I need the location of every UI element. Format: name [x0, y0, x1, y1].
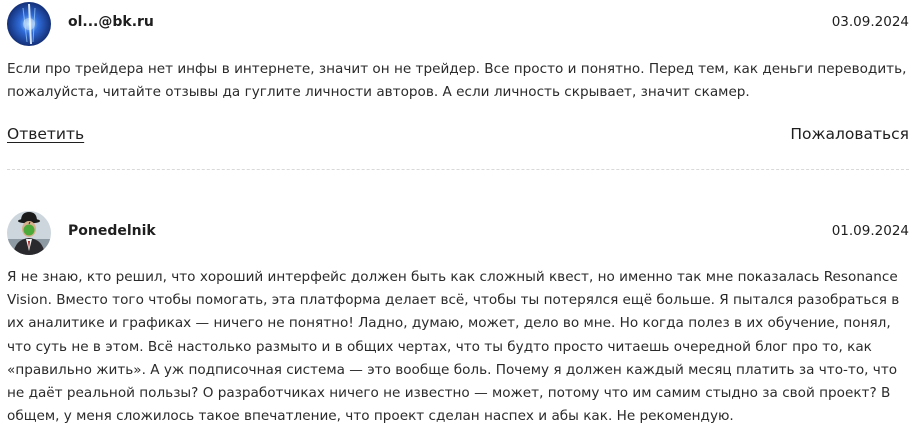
review-item: Ponedelnik 01.09.2024 Я не знаю, кто реш…	[7, 209, 909, 428]
review-text: Если про трейдера нет инфы в интернете, …	[7, 61, 907, 101]
review-text: Я не знаю, кто решил, что хороший интерф…	[7, 269, 900, 425]
review-header: ol...@bk.ru 03.09.2024	[7, 0, 909, 48]
avatar	[7, 211, 51, 255]
report-link[interactable]: Пожаловаться	[790, 125, 909, 143]
avatar	[7, 2, 51, 46]
review-date: 01.09.2024	[831, 223, 909, 239]
review-header: Ponedelnik 01.09.2024	[7, 209, 909, 257]
review-date: 03.09.2024	[831, 14, 909, 30]
divider	[7, 169, 909, 170]
review-author: Ponedelnik	[68, 223, 156, 239]
review-item: ol...@bk.ru 03.09.2024 Если про трейдера…	[7, 0, 909, 149]
review-actions: Ответить Пожаловаться	[7, 125, 909, 149]
reply-link[interactable]: Ответить	[7, 125, 84, 143]
review-author: ol...@bk.ru	[68, 14, 154, 30]
